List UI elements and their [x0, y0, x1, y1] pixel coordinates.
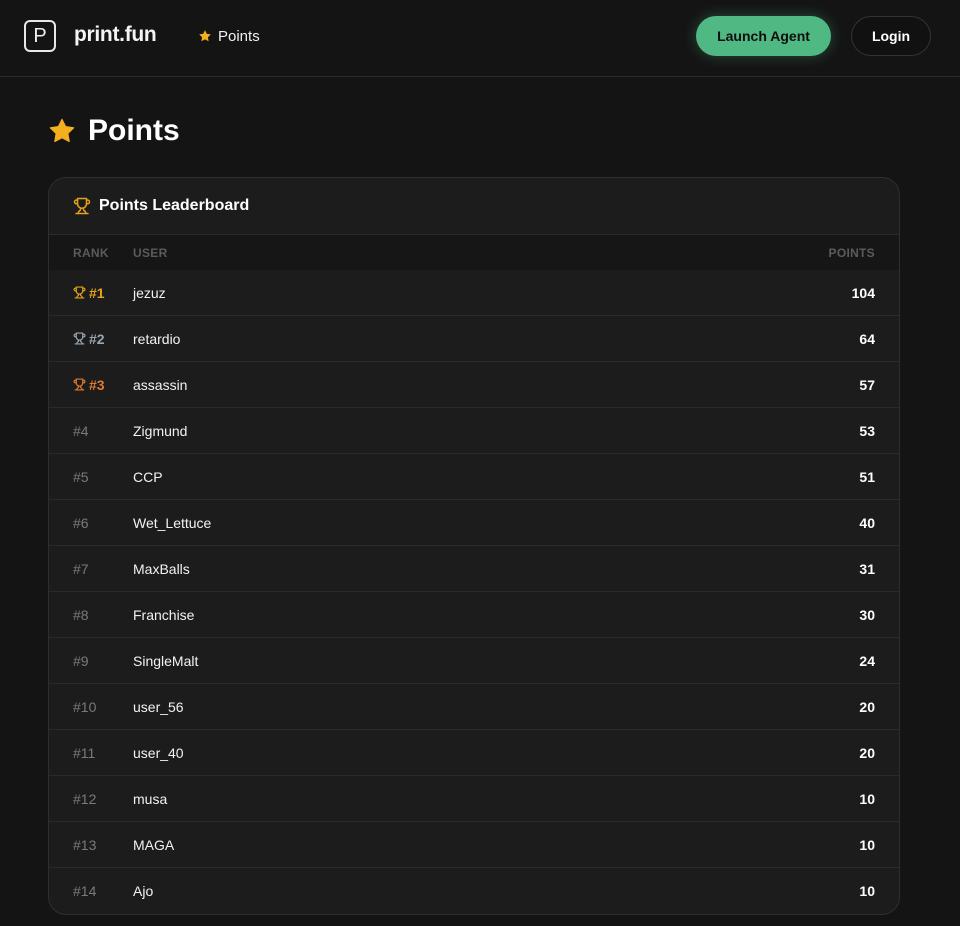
column-header-user[interactable]: USER: [133, 246, 759, 260]
rank-label: #8: [73, 606, 89, 623]
rank-cell: #4: [49, 423, 133, 439]
points-cell: 24: [859, 652, 875, 669]
rank-label: #5: [73, 468, 89, 485]
user-cell[interactable]: user_40: [133, 745, 759, 761]
nav-link-points[interactable]: Points: [198, 26, 260, 46]
table-row[interactable]: #4 Zigmund 53: [49, 408, 899, 454]
rank-label: #13: [73, 836, 97, 853]
table-row[interactable]: #7 MaxBalls 31: [49, 546, 899, 592]
table-row[interactable]: #12 musa 10: [49, 776, 899, 822]
top-bar: P print.fun Points Launch Agent Login: [0, 0, 960, 77]
rank-label: #9: [73, 652, 89, 669]
table-row[interactable]: #9 SingleMalt 24: [49, 638, 899, 684]
rank-label: #1: [89, 284, 105, 301]
rank-label: #7: [73, 560, 89, 577]
rank-label: #11: [73, 744, 96, 761]
rank-cell: #1: [49, 285, 133, 301]
login-button[interactable]: Login: [851, 16, 931, 56]
leaderboard-card: Points Leaderboard RANK USER POINTS #1 je…: [48, 177, 900, 915]
points-cell: 31: [859, 560, 875, 577]
points-cell: 64: [859, 330, 875, 347]
column-header-rank[interactable]: RANK: [49, 246, 133, 260]
user-cell[interactable]: user_56: [133, 699, 759, 715]
trophy-icon: [73, 286, 86, 299]
table-row[interactable]: #5 CCP 51: [49, 454, 899, 500]
table-row[interactable]: #6 Wet_Lettuce 40: [49, 500, 899, 546]
logo-letter: P: [33, 24, 47, 47]
leaderboard-title: Points Leaderboard: [99, 197, 250, 214]
user-cell[interactable]: Wet_Lettuce: [133, 515, 759, 531]
rank-cell: #7: [49, 561, 133, 577]
logo-icon[interactable]: P: [24, 20, 56, 52]
rank-label: #12: [73, 790, 97, 807]
points-cell: 40: [859, 514, 875, 531]
user-cell[interactable]: Ajo: [133, 883, 759, 899]
brand-name[interactable]: print.fun: [74, 23, 157, 47]
points-cell: 104: [851, 284, 875, 301]
table-row[interactable]: #13 MAGA 10: [49, 822, 899, 868]
leaderboard-rows: #1 jezuz 104 #2 retardio 64 #3 assassin 57 #4 Zigm…: [49, 270, 899, 914]
rank-label: #2: [89, 330, 105, 347]
page-title-text: Points: [88, 114, 180, 147]
leaderboard-header: Points Leaderboard: [49, 178, 899, 235]
rank-cell: #5: [49, 469, 133, 485]
trophy-icon: [73, 332, 86, 345]
points-cell: 20: [859, 744, 875, 761]
rank-cell: #8: [49, 607, 133, 623]
table-row[interactable]: #11 user_40 20: [49, 730, 899, 776]
table-row[interactable]: #8 Franchise 30: [49, 592, 899, 638]
points-cell: 57: [859, 376, 875, 393]
table-row[interactable]: #2 retardio 64: [49, 316, 899, 362]
rank-cell: #3: [49, 377, 133, 393]
user-cell[interactable]: Zigmund: [133, 423, 759, 439]
launch-agent-button[interactable]: Launch Agent: [696, 16, 831, 56]
user-cell[interactable]: musa: [133, 791, 759, 807]
rank-label: #14: [73, 883, 97, 899]
rank-label: #4: [73, 422, 89, 439]
user-cell[interactable]: MAGA: [133, 837, 759, 853]
user-cell[interactable]: MaxBalls: [133, 561, 759, 577]
rank-label: #6: [73, 514, 89, 531]
trophy-icon: [73, 197, 91, 215]
rank-cell: #14: [49, 883, 133, 899]
star-icon: [49, 118, 75, 143]
user-cell[interactable]: assassin: [133, 377, 759, 393]
rank-cell: #11: [49, 745, 133, 761]
points-cell: 10: [859, 883, 875, 899]
user-cell[interactable]: jezuz: [133, 285, 759, 301]
rank-cell: #12: [49, 791, 133, 807]
points-cell: 51: [859, 468, 875, 485]
points-cell: 20: [859, 698, 875, 715]
points-cell: 53: [859, 422, 875, 439]
table-row[interactable]: #3 assassin 57: [49, 362, 899, 408]
rank-cell: #10: [49, 699, 133, 715]
user-cell[interactable]: CCP: [133, 469, 759, 485]
user-cell[interactable]: SingleMalt: [133, 653, 759, 669]
user-cell[interactable]: Franchise: [133, 607, 759, 623]
rank-label: #3: [89, 376, 105, 393]
rank-label: #10: [73, 698, 97, 715]
column-header-points[interactable]: POINTS: [759, 246, 899, 260]
trophy-icon: [73, 378, 86, 391]
points-cell: 30: [859, 606, 875, 623]
points-cell: 10: [859, 836, 875, 853]
table-header: RANK USER POINTS: [49, 235, 899, 270]
page-title: Points: [48, 113, 180, 149]
rank-cell: #6: [49, 515, 133, 531]
table-row[interactable]: #14 Ajo 10: [49, 868, 899, 914]
rank-cell: #2: [49, 331, 133, 347]
table-row[interactable]: #10 user_56 20: [49, 684, 899, 730]
points-cell: 10: [859, 790, 875, 807]
user-cell[interactable]: retardio: [133, 331, 759, 347]
nav-link-points-label: Points: [218, 27, 260, 45]
rank-cell: #9: [49, 653, 133, 669]
rank-cell: #13: [49, 837, 133, 853]
table-row[interactable]: #1 jezuz 104: [49, 270, 899, 316]
star-icon: [199, 30, 211, 42]
